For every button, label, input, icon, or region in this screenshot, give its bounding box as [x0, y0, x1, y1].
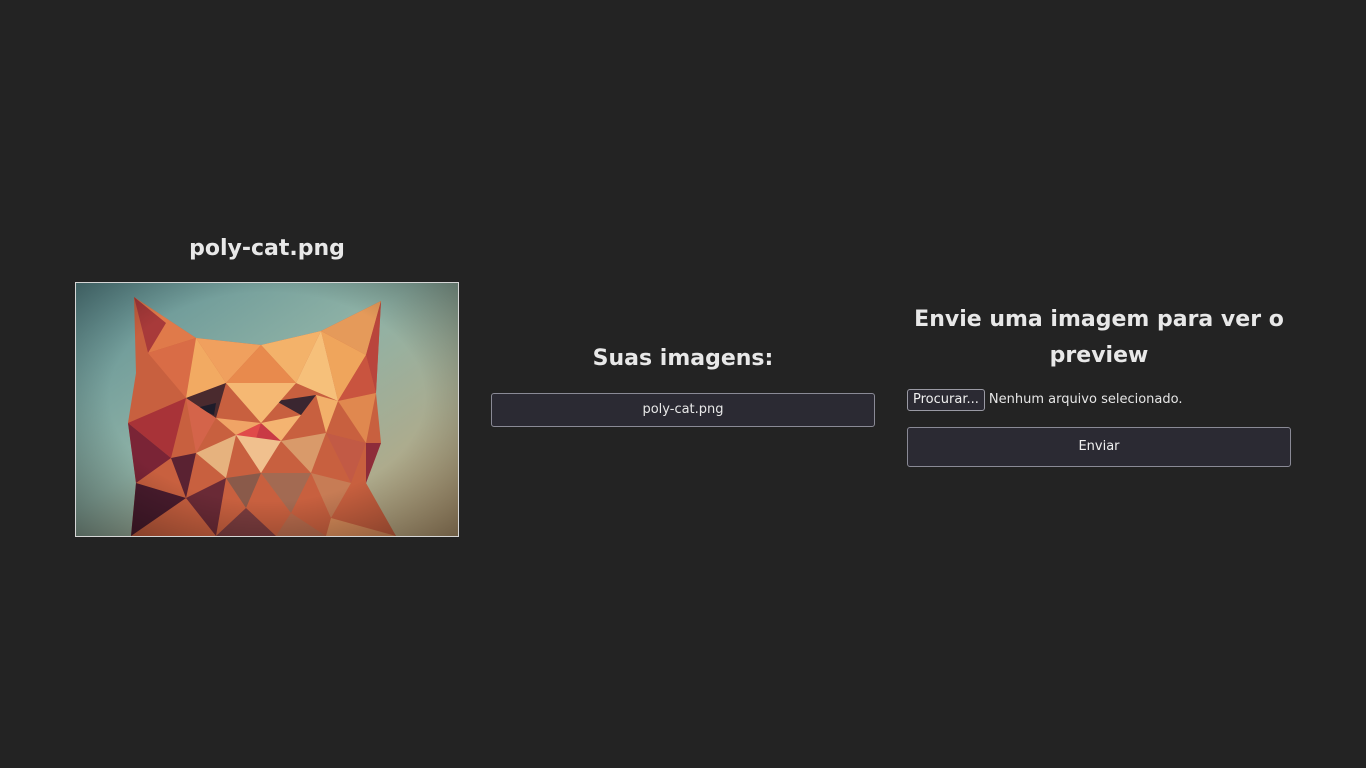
preview-title: poly-cat.png: [189, 236, 345, 261]
poly-cat-illustration: [76, 283, 458, 536]
upload-panel: Envie uma imagem para ver o preview Proc…: [907, 302, 1291, 467]
image-list-title: Suas imagens:: [592, 346, 774, 371]
preview-panel: poly-cat.png: [75, 232, 459, 537]
browse-button[interactable]: Procurar...: [907, 389, 985, 411]
page: poly-cat.png Suas imagens: poly-cat.png …: [0, 0, 1366, 768]
upload-title: Envie uma imagem para ver o preview: [914, 307, 1284, 368]
send-button[interactable]: Enviar: [907, 427, 1291, 467]
file-status-label: Nenhum arquivo selecionado.: [988, 392, 1183, 407]
image-list-item[interactable]: poly-cat.png: [491, 393, 875, 427]
file-input[interactable]: Procurar... Nenhum arquivo selecionado.: [907, 389, 1291, 411]
preview-image: [75, 282, 459, 537]
image-list-panel: Suas imagens: poly-cat.png: [491, 342, 875, 427]
